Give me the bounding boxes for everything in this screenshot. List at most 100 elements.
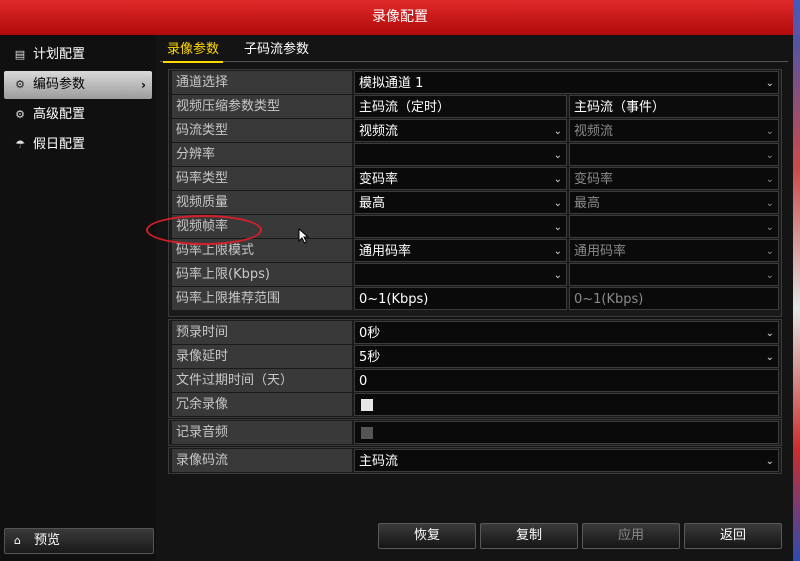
bitrate-type-select[interactable]: 变码率 ⌄: [354, 167, 567, 190]
chevron-down-icon: ⌄: [765, 150, 774, 161]
select-value: 5秒: [359, 350, 381, 365]
record-audio-checkbox: [361, 427, 373, 439]
video-quality-select[interactable]: 最高 ⌄: [354, 191, 567, 214]
restore-button[interactable]: 恢复: [378, 523, 476, 549]
preview-label: 预览: [34, 533, 61, 548]
tab-substream-params[interactable]: 子码流参数: [240, 41, 313, 61]
stream-type-select[interactable]: 视频流 ⌄: [354, 119, 567, 142]
preview-button[interactable]: ⌂ 预览: [4, 528, 154, 554]
event-bitrate-cap-select: ⌄: [569, 263, 779, 286]
bitrate-cap-mode-select[interactable]: 通用码率 ⌄: [354, 239, 567, 262]
chevron-down-icon: ⌄: [765, 78, 774, 89]
resolution-select[interactable]: ⌄: [354, 143, 567, 166]
audio-group: 记录音频: [168, 419, 782, 446]
gear-icon: ⚙: [15, 78, 25, 91]
sidebar-item-label: 编码参数: [33, 77, 86, 92]
row-label: 录像延时: [172, 345, 352, 368]
chevron-down-icon: ⌄: [765, 352, 774, 363]
bitrate-cap-row: 码率上限(Kbps) ⌄ ⌄: [170, 263, 780, 286]
chevron-down-icon: ⌄: [553, 222, 562, 233]
chevron-down-icon: ⌄: [765, 126, 774, 137]
chevron-down-icon: ⌄: [765, 270, 774, 281]
chevron-down-icon: ⌄: [553, 174, 562, 185]
record-stream-row: 录像码流 主码流 ⌄: [170, 449, 780, 472]
tab-record-params[interactable]: 录像参数: [163, 41, 224, 63]
chevron-down-icon: ⌄: [553, 150, 562, 161]
expire-days-input[interactable]: 0: [354, 369, 779, 392]
chevron-down-icon: ⌄: [553, 198, 562, 209]
chevron-down-icon: ⌄: [765, 174, 774, 185]
window-title: 录像配置: [0, 0, 800, 35]
row-label: 分辨率: [172, 143, 352, 166]
sidebar-item-label: 高级配置: [33, 107, 86, 122]
event-video-quality-select: 最高 ⌄: [569, 191, 779, 214]
event-bitrate-type-select: 变码率 ⌄: [569, 167, 779, 190]
record-audio-row: 记录音频: [170, 421, 780, 444]
tab-bar: 录像参数 子码流参数: [160, 39, 788, 63]
record-delay-select[interactable]: 5秒 ⌄: [354, 345, 779, 368]
bitrate-range-row: 码率上限推荐范围 0~1(Kbps) 0~1(Kbps): [170, 287, 780, 310]
column-header-event: 主码流（事件）: [569, 95, 779, 118]
redundant-record-checkbox[interactable]: [361, 399, 373, 411]
row-label: 预录时间: [172, 321, 352, 344]
video-quality-row: 视频质量 最高 ⌄ 最高 ⌄: [170, 191, 780, 214]
chevron-right-icon: ›: [141, 78, 146, 92]
row-label: 码率类型: [172, 167, 352, 190]
select-value: 视频流: [574, 124, 614, 139]
sidebar-item-schedule[interactable]: ▤ 计划配置: [4, 41, 152, 69]
select-value: 主码流: [359, 454, 399, 469]
select-value: 变码率: [359, 172, 399, 187]
mouse-cursor-icon: [298, 228, 310, 244]
row-label: 文件过期时间（天）: [172, 369, 352, 392]
row-label: 码率上限(Kbps): [172, 263, 352, 286]
main-panel: 录像参数 子码流参数 通道选择 模拟通道 1 ⌄ 视频压缩参数类型 主码流（定时）…: [156, 35, 800, 561]
row-label: 记录音频: [172, 421, 352, 444]
bitrate-range-value: 0~1(Kbps): [354, 287, 567, 310]
chevron-down-icon: ⌄: [765, 328, 774, 339]
select-value: 变码率: [574, 172, 614, 187]
chevron-down-icon: ⌄: [765, 222, 774, 233]
select-value: 0秒: [359, 326, 381, 341]
row-label: 录像码流: [172, 449, 352, 472]
select-value: 最高: [359, 196, 386, 211]
background-edge: [793, 0, 800, 561]
stream-params-group: 通道选择 模拟通道 1 ⌄ 视频压缩参数类型 主码流（定时） 主码流（事件） 码流…: [168, 69, 782, 317]
sidebar: ▤ 计划配置 ⚙ 编码参数 › ⚙ 高级配置 ☂ 假日配置: [0, 35, 157, 561]
record-stream-group: 录像码流 主码流 ⌄: [168, 447, 782, 474]
gears-icon: ⚙: [15, 108, 25, 121]
select-value: 通用码率: [574, 244, 627, 259]
annotation-circle: [146, 215, 262, 245]
record-settings-group: 预录时间 0秒 ⌄ 录像延时 5秒 ⌄ 文件过期时间（天） 0 冗余录像: [168, 319, 782, 418]
prerecord-row: 预录时间 0秒 ⌄: [170, 321, 780, 344]
compression-type-row: 视频压缩参数类型 主码流（定时） 主码流（事件）: [170, 95, 780, 118]
prerecord-select[interactable]: 0秒 ⌄: [354, 321, 779, 344]
sidebar-item-label: 计划配置: [33, 47, 86, 62]
bitrate-cap-select[interactable]: ⌄: [354, 263, 567, 286]
sidebar-item-holiday[interactable]: ☂ 假日配置: [4, 131, 152, 159]
calendar-icon: ▤: [14, 48, 26, 61]
home-icon: ⌂: [14, 534, 21, 547]
channel-select[interactable]: 模拟通道 1 ⌄: [354, 71, 779, 94]
row-label: 码流类型: [172, 119, 352, 142]
row-label: 冗余录像: [172, 393, 352, 416]
row-label: 码率上限推荐范围: [172, 287, 352, 310]
bitrate-type-row: 码率类型 变码率 ⌄ 变码率 ⌄: [170, 167, 780, 190]
back-button[interactable]: 返回: [684, 523, 782, 549]
chevron-down-icon: ⌄: [765, 456, 774, 467]
select-value: 模拟通道 1: [359, 76, 424, 91]
sidebar-item-encoding[interactable]: ⚙ 编码参数 ›: [4, 71, 152, 99]
expire-days-row: 文件过期时间（天） 0: [170, 369, 780, 392]
event-bitrate-range-value: 0~1(Kbps): [569, 287, 779, 310]
select-value: 最高: [574, 196, 601, 211]
event-resolution-select: ⌄: [569, 143, 779, 166]
record-stream-select[interactable]: 主码流 ⌄: [354, 449, 779, 472]
event-bitrate-cap-mode-select: 通用码率 ⌄: [569, 239, 779, 262]
sidebar-item-advanced[interactable]: ⚙ 高级配置: [4, 101, 152, 129]
frame-rate-select[interactable]: ⌄: [354, 215, 567, 238]
event-stream-type-select: 视频流 ⌄: [569, 119, 779, 142]
chevron-down-icon: ⌄: [553, 126, 562, 137]
channel-row: 通道选择 模拟通道 1 ⌄: [170, 71, 780, 94]
select-value: 通用码率: [359, 244, 412, 259]
copy-button[interactable]: 复制: [480, 523, 578, 549]
row-label: 视频质量: [172, 191, 352, 214]
